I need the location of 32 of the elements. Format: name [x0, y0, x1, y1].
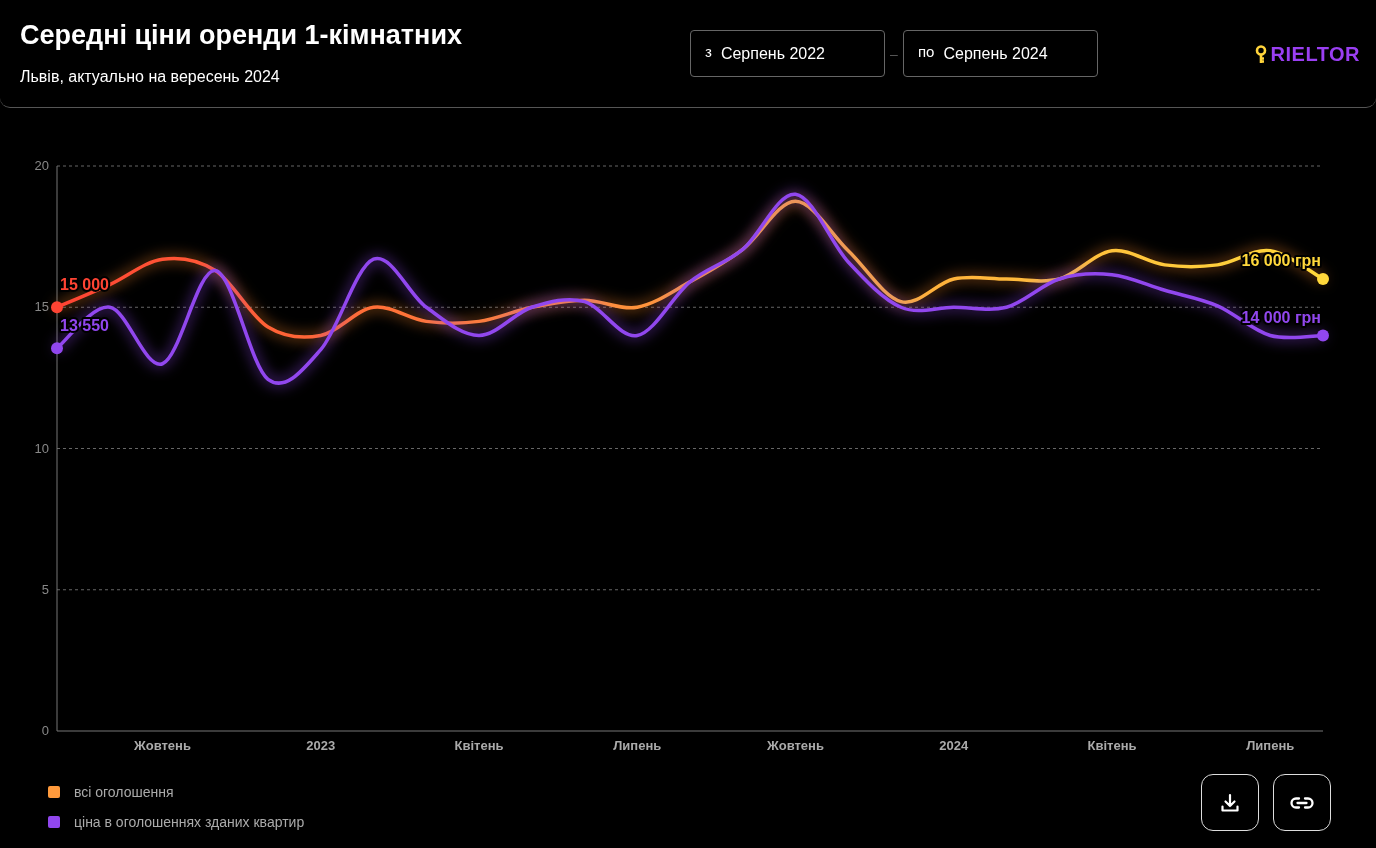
x-tick-label: Жовтень: [767, 738, 824, 753]
end-point-marker: [51, 342, 63, 355]
end-point-marker: [1317, 273, 1329, 285]
x-tick-label: Липень: [613, 738, 662, 753]
x-tick-label: Квітень: [454, 738, 504, 753]
link-button[interactable]: [1273, 774, 1331, 831]
end-point-marker: [1317, 329, 1329, 342]
date-to-field[interactable]: по Серпень 2024: [903, 30, 1098, 77]
x-tick-label: Квітень: [1087, 738, 1137, 753]
x-tick-label: Жовтень: [134, 738, 191, 753]
value-label: 15 000: [60, 276, 109, 294]
x-tick-label: 2023: [306, 738, 336, 753]
value-label: 16 000 грн: [1241, 252, 1321, 269]
y-tick-label: 20: [34, 158, 49, 173]
download-icon: [1219, 791, 1241, 814]
download-button[interactable]: [1201, 774, 1259, 831]
y-tick-label: 5: [41, 581, 49, 597]
logo-wordmark[interactable]: RIELTOR: [1270, 43, 1360, 66]
end-point-marker: [51, 301, 63, 314]
x-tick-label: Липень: [1246, 738, 1295, 753]
y-tick-label: 0: [41, 723, 49, 738]
date-from-field[interactable]: з Серпень 2022: [690, 30, 885, 77]
chart-title: Середні ціни оренди 1-кімнатних: [20, 20, 463, 51]
y-tick-label: 15: [34, 299, 49, 315]
y-tick-label: 10: [34, 440, 49, 456]
range-separator: –: [889, 45, 899, 62]
key-icon: [1253, 44, 1268, 65]
link-icon: [1289, 794, 1315, 811]
x-tick-label: 2024: [939, 738, 969, 753]
chart-subtitle: Львів, актуально на вересень 2024: [20, 68, 281, 86]
legend-label: ціна в оголошеннях зданих квартир: [74, 814, 305, 830]
legend-label: всі оголошення: [74, 784, 174, 800]
